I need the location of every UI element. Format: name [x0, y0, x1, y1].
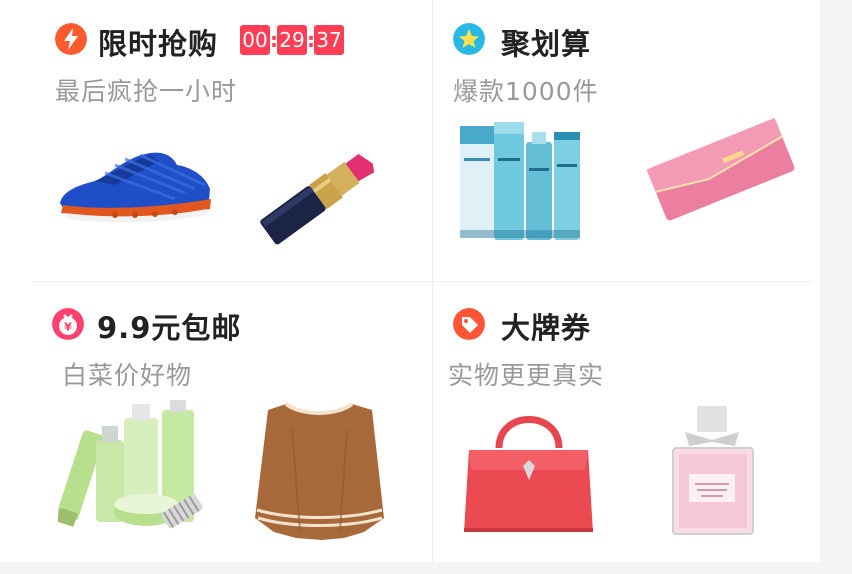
sneaker-image[interactable] [55, 145, 215, 225]
nine-nine-title: 9.9元包邮 [97, 311, 242, 345]
perfume-image[interactable] [665, 404, 760, 539]
green-skincare-image[interactable] [58, 400, 213, 535]
juhuasuan-title: 聚划算 [501, 27, 592, 61]
right-edge-strip [820, 0, 852, 574]
skincare-set-image[interactable] [458, 118, 583, 243]
timer-hours: 00 [240, 25, 270, 55]
nine-nine-subtitle: 白菜价好物 [62, 361, 193, 390]
juhuasuan-subtitle: 爆款1000件 [453, 77, 599, 106]
big-brand-card[interactable]: 大牌券 实物更更真实 [433, 282, 820, 562]
flash-sale-title: 限时抢购 [98, 27, 219, 61]
countdown-timer: 00 : 29 : 37 [240, 25, 344, 55]
timer-separator: : [307, 28, 315, 52]
svg-text:¥: ¥ [64, 321, 72, 334]
bottom-edge-strip [0, 562, 852, 574]
timer-seconds: 37 [314, 25, 344, 55]
juhuasuan-card[interactable]: 聚划算 爆款1000件 [433, 0, 820, 281]
timer-separator: : [270, 28, 278, 52]
timer-minutes: 29 [277, 25, 307, 55]
flash-sale-subtitle: 最后疯抢一小时 [55, 77, 238, 106]
star-icon [453, 23, 485, 55]
big-brand-subtitle: 实物更更真实 [448, 361, 605, 390]
nine-nine-card[interactable]: ¥ 9.9元包邮 白菜价好物 [0, 282, 432, 562]
wallet-image[interactable] [645, 112, 795, 222]
flash-sale-card[interactable]: 限时抢购 00 : 29 : 37 最后疯抢一小时 [0, 0, 432, 281]
knit-poncho-image[interactable] [252, 400, 387, 545]
lipstick-image[interactable] [248, 138, 383, 258]
handbag-image[interactable] [461, 400, 596, 540]
lightning-icon [55, 23, 87, 55]
tag-icon [453, 308, 485, 340]
big-brand-title: 大牌券 [501, 311, 592, 345]
money-bag-icon: ¥ [52, 308, 84, 340]
